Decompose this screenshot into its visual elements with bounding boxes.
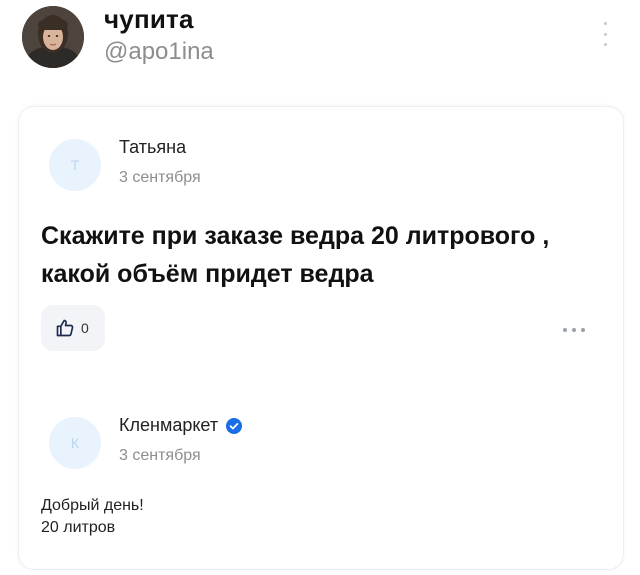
more-horizontal-icon[interactable] xyxy=(563,327,585,333)
like-count: 0 xyxy=(81,320,89,336)
seller-name: Кленмаркет xyxy=(119,415,219,435)
reviewer-name: Татьяна xyxy=(119,137,187,157)
reviewer-avatar-letter: Т xyxy=(70,157,80,173)
seller-avatar-letter: К xyxy=(70,435,80,451)
reply-line: Добрый день! xyxy=(41,497,144,514)
more-vertical-icon[interactable] xyxy=(598,22,612,46)
verified-check-icon xyxy=(226,417,243,434)
seller-name-row: Кленмаркет xyxy=(119,415,243,436)
avatar-photo xyxy=(22,6,84,68)
screenshot: чупита @apo1ina Т Татьяна 3 сентября Ска… xyxy=(0,0,640,575)
review-date: 3 сентября xyxy=(119,169,201,186)
review-question: Скажите при заказе ведра 20 литрового , … xyxy=(41,222,550,288)
author-name[interactable]: чупита xyxy=(104,4,194,35)
avatar[interactable] xyxy=(22,6,84,68)
reply-text: Добрый день! 20 литров xyxy=(41,495,144,539)
review-card: Т Татьяна 3 сентября Скажите при заказе … xyxy=(18,106,624,570)
like-button[interactable]: 0 xyxy=(41,305,105,351)
post-header: чупита @apo1ina xyxy=(0,0,640,90)
reviewer-avatar: Т xyxy=(49,139,101,191)
seller-avatar: К xyxy=(49,417,101,469)
reply-line: 20 литров xyxy=(41,519,116,536)
thumb-up-icon xyxy=(56,319,74,337)
author-handle[interactable]: @apo1ina xyxy=(104,38,214,66)
reply-date: 3 сентября xyxy=(119,447,201,464)
